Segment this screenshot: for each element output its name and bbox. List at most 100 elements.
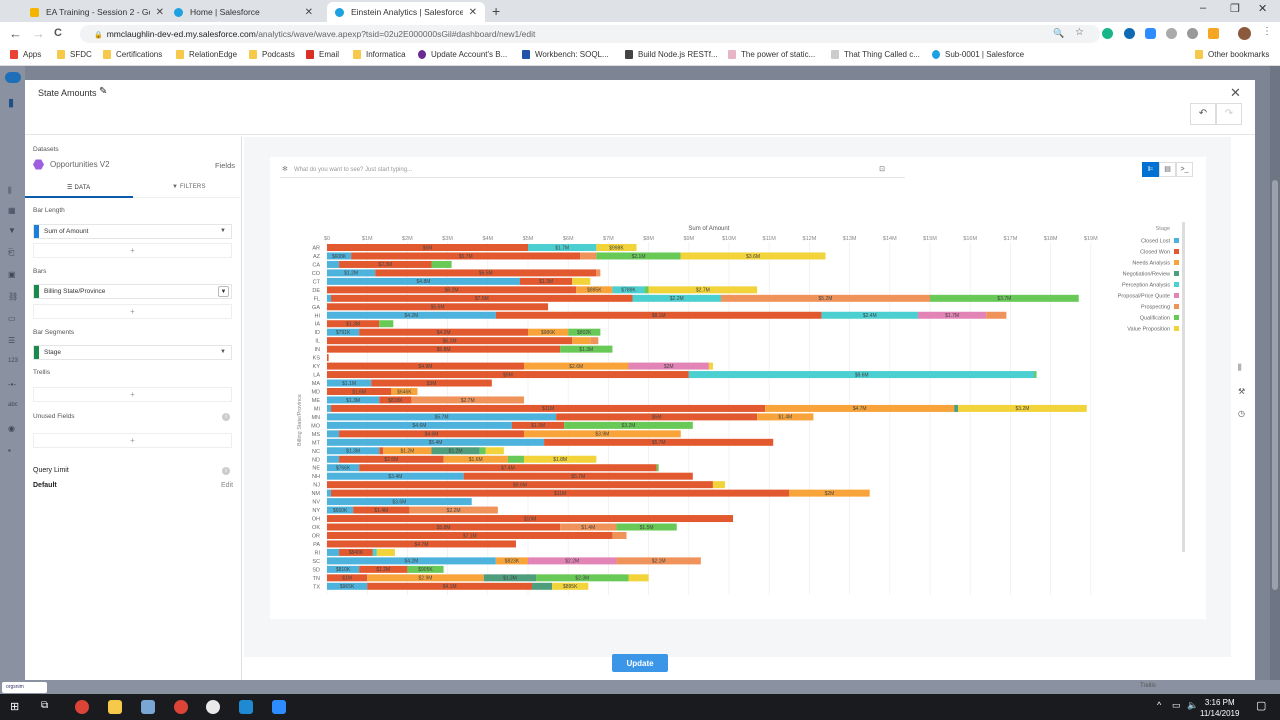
- browser-tab-home-salesforce[interactable]: Home | Salesforce ✕: [166, 2, 321, 22]
- zoom-extension-icon[interactable]: [1145, 28, 1156, 39]
- browser-tab-einstein-analytics[interactable]: Einstein Analytics | Salesforce - D ✕: [327, 2, 485, 22]
- update-button[interactable]: Update: [612, 654, 668, 672]
- modal-close-button[interactable]: ✕: [1230, 85, 1241, 101]
- back-button[interactable]: ←: [9, 26, 22, 41]
- chrome-taskbar-icon[interactable]: [75, 700, 89, 714]
- list-widget-icon[interactable]: ☰: [8, 336, 18, 345]
- reload-button[interactable]: C: [54, 27, 62, 39]
- bookmark-update-account[interactable]: Update Account's B...: [418, 50, 507, 59]
- date-widget-icon[interactable]: ▣: [8, 270, 18, 279]
- close-tab-icon[interactable]: ✕: [469, 7, 477, 18]
- chrome-profile-taskbar-icon[interactable]: [174, 700, 188, 714]
- toggle-widget-icon[interactable]: ⎗: [8, 248, 18, 257]
- notepad-icon[interactable]: [141, 700, 155, 714]
- chevron-down-icon[interactable]: ▼: [218, 286, 229, 297]
- table-widget-icon[interactable]: ▦: [8, 206, 18, 215]
- bookmark-informatica[interactable]: Informatica: [353, 50, 406, 59]
- close-tab-icon[interactable]: ✕: [305, 7, 313, 18]
- bookmark-star-icon[interactable]: ☆: [1075, 27, 1084, 38]
- extension-icon[interactable]: [1166, 28, 1177, 39]
- image-widget-icon[interactable]: ▭: [8, 314, 18, 323]
- filter-widget-icon[interactable]: ▼: [8, 226, 18, 235]
- bookmark-email[interactable]: Email: [306, 50, 339, 59]
- clock-icon[interactable]: ◷: [1238, 409, 1245, 418]
- bookmark-apps[interactable]: Apps: [10, 50, 41, 59]
- minimize-button[interactable]: –: [1200, 2, 1206, 14]
- chart-widget-icon[interactable]: ▮: [8, 96, 18, 109]
- undo-button[interactable]: ↶: [1190, 103, 1216, 125]
- extension-icon[interactable]: [1187, 28, 1198, 39]
- bookmark-workbench[interactable]: Workbench: SOQL...: [522, 50, 609, 59]
- profile-avatar[interactable]: [1238, 27, 1251, 40]
- bookmark-relationedge[interactable]: RelationEdge: [176, 50, 237, 59]
- onepassword-extension-icon[interactable]: [1124, 28, 1135, 39]
- x-tick-label: $7M: [603, 236, 614, 242]
- slack-icon[interactable]: [206, 700, 220, 714]
- number-widget-icon[interactable]: 123: [8, 358, 18, 366]
- restore-button[interactable]: ❐: [1230, 2, 1240, 15]
- bookmark-sub-0001[interactable]: Sub-0001 | Salesforce: [932, 50, 1024, 59]
- bookmark-other[interactable]: Other bookmarks: [1195, 50, 1269, 59]
- bookmark-power-of-static[interactable]: The power of static...: [728, 50, 815, 59]
- zoom-icon[interactable]: 🔍: [1053, 28, 1064, 39]
- trellis-ghost-label: Trellis: [1140, 683, 1156, 689]
- link-widget-icon[interactable]: ⛓: [8, 292, 18, 301]
- bar-length-measure-pill[interactable]: Sum of Amount ▼: [33, 224, 232, 239]
- toggle-switch-icon[interactable]: ◉: [8, 424, 18, 433]
- task-view-icon[interactable]: ⧉: [41, 700, 55, 714]
- add-measure-button[interactable]: +: [33, 243, 232, 258]
- query-limit-edit-link[interactable]: Edit: [221, 482, 233, 489]
- vscode-icon[interactable]: [239, 700, 253, 714]
- bar-widget-icon[interactable]: ⫼: [8, 186, 18, 195]
- volume-icon[interactable]: 🔈: [1187, 700, 1198, 711]
- bookmark-certifications[interactable]: Certifications: [103, 50, 162, 59]
- bookmark-that-thing[interactable]: That Thing Called c...: [831, 50, 920, 59]
- bars-grouping-pill[interactable]: Billing State/Province ▼: [33, 284, 232, 299]
- system-clock[interactable]: 3:16 PM 11/14/2019: [1200, 697, 1239, 719]
- window-close-button[interactable]: ✕: [1258, 2, 1267, 15]
- url-input[interactable]: 🔒 mmclaughlin-dev-ed.my.salesforce.com/an…: [80, 25, 1100, 43]
- add-grouping-button[interactable]: +: [33, 304, 232, 319]
- bar-segments-pill[interactable]: Stage ▼: [33, 345, 232, 360]
- bookmark-podcasts[interactable]: Podcasts: [249, 50, 295, 59]
- data-label: $2.1M: [652, 559, 666, 565]
- range-widget-icon[interactable]: -•-: [8, 380, 18, 389]
- browser-tab-ea-training[interactable]: EA Training - Session 2 - Google ✕: [22, 2, 172, 22]
- tab-filters[interactable]: ▼ FILTERS: [172, 184, 206, 190]
- chevron-down-icon[interactable]: ▼: [220, 225, 226, 238]
- fields-link[interactable]: Fields: [215, 161, 235, 170]
- extension-icon[interactable]: [1208, 28, 1219, 39]
- unused-fields-label: Unused Fields: [33, 413, 75, 420]
- dataset-hexagon-icon: [33, 159, 44, 170]
- edit-title-pencil-icon[interactable]: ✎: [99, 86, 107, 97]
- text-widget-icon[interactable]: abc: [8, 402, 18, 410]
- page-scrollbar-thumb[interactable]: [1272, 180, 1278, 590]
- bookmark-sfdc[interactable]: SFDC: [57, 50, 92, 59]
- data-label: $1.5M: [640, 525, 654, 531]
- info-icon[interactable]: i: [222, 413, 230, 421]
- dataset-selector[interactable]: Opportunities V2: [33, 159, 110, 170]
- close-tab-icon[interactable]: ✕: [156, 7, 164, 18]
- windows-start-icon[interactable]: ⊞: [10, 700, 24, 714]
- forward-button[interactable]: →: [32, 26, 45, 41]
- add-trellis-button[interactable]: +: [33, 387, 232, 402]
- file-explorer-icon[interactable]: [108, 700, 122, 714]
- tray-chevron-icon[interactable]: ^: [1157, 700, 1161, 710]
- chart-type-icon[interactable]: ⫼: [1238, 363, 1242, 373]
- container-widget-icon[interactable]: ▪: [8, 446, 18, 455]
- network-icon[interactable]: ▭: [1172, 700, 1181, 711]
- org-chip[interactable]: orgsnim: [2, 682, 47, 693]
- tab-data[interactable]: ☰ DATA: [67, 184, 90, 191]
- info-icon[interactable]: i: [222, 467, 230, 475]
- zoom-app-icon[interactable]: [272, 700, 286, 714]
- new-tab-button[interactable]: +: [492, 3, 500, 19]
- bookmark-nodejs[interactable]: Build Node.js RESTf...: [625, 50, 718, 59]
- x-tick-label: $6M: [563, 236, 574, 242]
- browser-menu-icon[interactable]: ⋮: [1262, 26, 1272, 37]
- format-paint-icon[interactable]: ⚒: [1238, 387, 1245, 396]
- chevron-down-icon[interactable]: ▼: [220, 346, 226, 359]
- grammarly-extension-icon[interactable]: [1102, 28, 1113, 39]
- add-unused-field-button[interactable]: +: [33, 433, 232, 448]
- redo-button[interactable]: ↷: [1216, 103, 1242, 125]
- notification-icon[interactable]: ▢: [1256, 699, 1266, 712]
